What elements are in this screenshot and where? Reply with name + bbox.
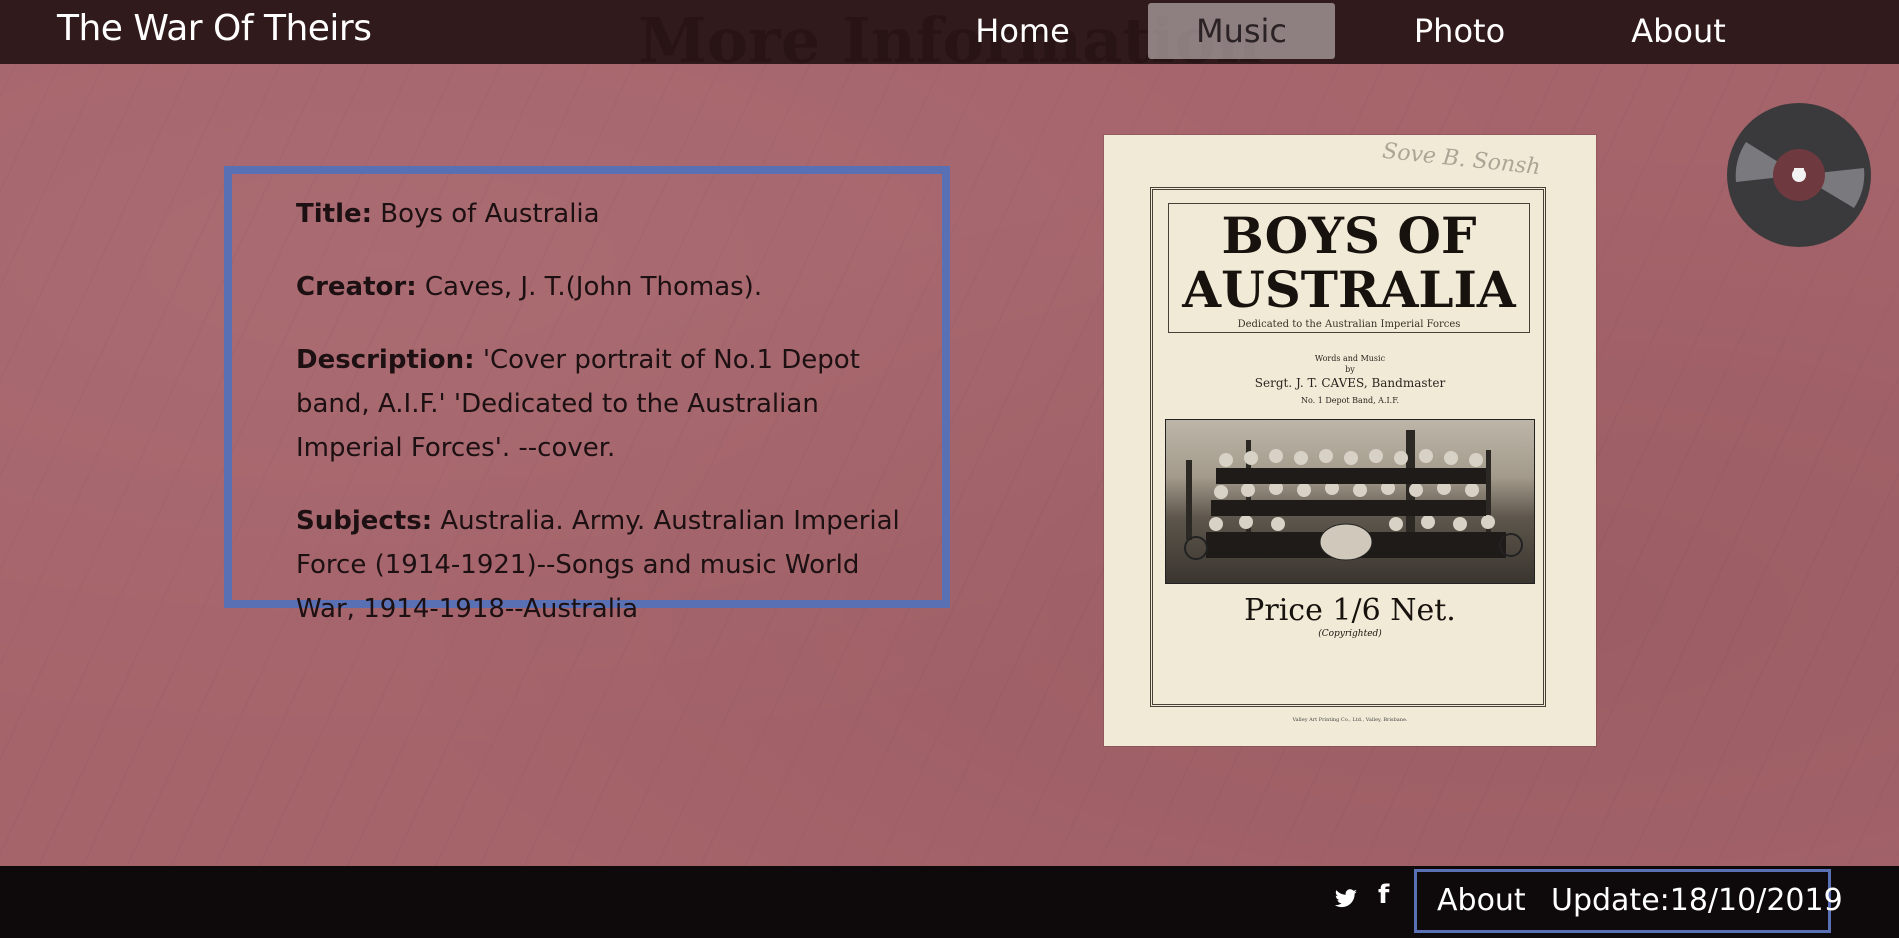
cover-price-block: Price 1/6 Net. (Copyrighted) [1104,593,1596,639]
nav-music[interactable]: Music [1148,3,1335,59]
facebook-icon[interactable]: f [1378,880,1389,910]
band-photo-drawing [1184,430,1523,561]
details-panel: Title: Boys of Australia Creator: Caves,… [224,166,950,624]
cover-title-line1: BOYS OF [1221,206,1477,265]
cover-printer: Valley Art Printing Co., Ltd., Valley, B… [1292,717,1408,723]
cover-author: Sergt. J. T. CAVES, Bandmaster [1254,376,1446,390]
creator-row: Creator: Caves, J. T.(John Thomas). [296,265,924,309]
cover-dedication: Dedicated to the Australian Imperial For… [1237,319,1461,330]
title-value: Boys of Australia [380,199,600,229]
subjects-row: Subjects: Australia. Army. Australian Im… [296,499,924,631]
cover-words-line1: Words and Music [1314,354,1386,363]
cover-band: No. 1 Depot Band, A.I.F. [1300,396,1400,405]
nav-photo[interactable]: Photo [1366,3,1553,59]
sheet-music-cover-image: Sove B. Sonsh BOYS OF AUSTRALIA Dedicate… [1104,135,1596,746]
vinyl-record-icon[interactable] [1726,102,1872,248]
twitter-icon[interactable] [1334,886,1358,916]
cover-copyright: (Copyrighted) [1318,629,1382,639]
creator-value: Caves, J. T.(John Thomas). [424,272,763,302]
cover-credits: Words and Music by Sergt. J. T. CAVES, B… [1104,353,1596,406]
top-navbar: The War Of Theirs Home Music Photo About [0,0,1899,64]
vinyl-record-drawing [1727,103,1871,247]
nav-home[interactable]: Home [929,3,1116,59]
cover-title: BOYS OF AUSTRALIA [1169,209,1529,317]
band-photo [1165,419,1535,584]
subjects-label: Subjects: [296,506,433,536]
update-date: Update:18/10/2019 [1551,883,1843,918]
cover-title-box: BOYS OF AUSTRALIA Dedicated to the Austr… [1168,203,1530,333]
title-row: Title: Boys of Australia [296,192,924,236]
footer-info-box: About Update:18/10/2019 [1414,869,1843,933]
site-brand[interactable]: The War Of Theirs [57,8,372,49]
footer-bar: f About Update:18/10/2019 [0,866,1899,938]
cover-title-line2: AUSTRALIA [1182,260,1516,319]
cover-price: Price 1/6 Net. [1244,593,1456,628]
footer-about-link[interactable]: About [1437,883,1526,918]
cover-signature: Sove B. Sonsh [1381,138,1542,181]
description-row: Description: 'Cover portrait of No.1 Dep… [296,338,924,470]
creator-label: Creator: [296,272,417,302]
twitter-icon-glyph [1334,889,1357,908]
cover-words-line2: by [1345,365,1355,374]
description-label: Description: [296,345,475,375]
nav-about[interactable]: About [1585,3,1772,59]
title-label: Title: [296,199,373,229]
